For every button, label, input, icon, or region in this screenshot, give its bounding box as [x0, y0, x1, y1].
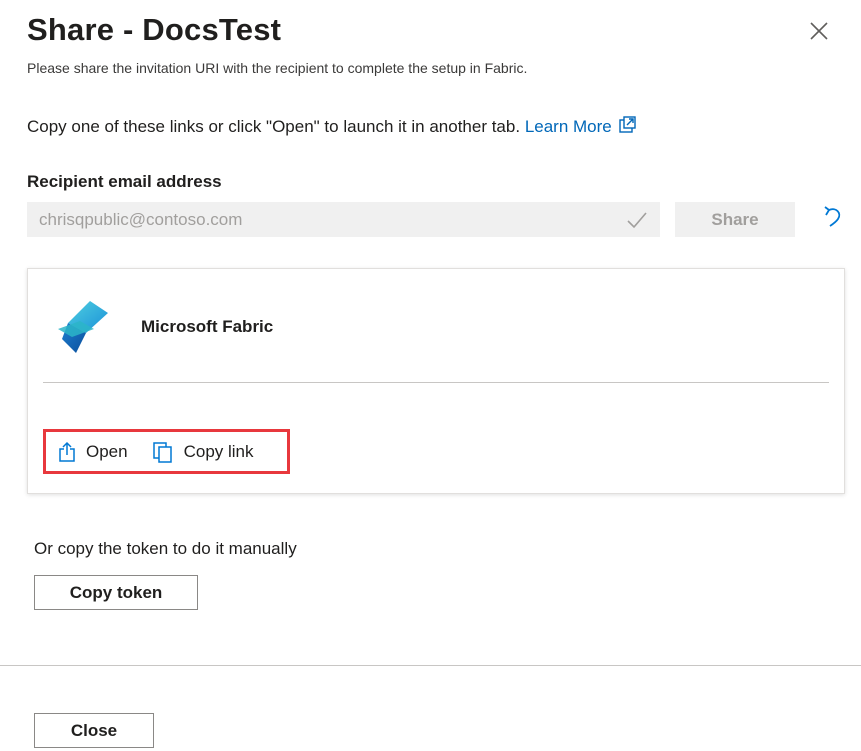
close-icon[interactable] [806, 18, 832, 44]
open-button[interactable]: Open [58, 441, 128, 463]
fabric-share-card: Microsoft Fabric Open Copy link [27, 268, 845, 494]
dialog-title: Share - DocsTest [27, 12, 282, 47]
product-name: Microsoft Fabric [141, 317, 274, 336]
microsoft-fabric-logo-icon [56, 299, 112, 360]
copy-icon [152, 441, 172, 463]
share-button[interactable]: Share [675, 202, 795, 237]
footer-divider [0, 665, 861, 666]
manual-token-text: Or copy the token to do it manually [34, 539, 297, 558]
copy-token-button[interactable]: Copy token [34, 575, 198, 610]
actions-highlight-box: Open Copy link [43, 429, 290, 474]
dialog-subtitle: Please share the invitation URI with the… [27, 60, 528, 76]
learn-more-label: Learn More [524, 117, 612, 136]
card-divider [43, 382, 829, 383]
share-open-icon [59, 441, 75, 462]
instruction-body: Copy one of these links or click "Open" … [27, 117, 521, 136]
recipient-email-input[interactable] [39, 209, 599, 230]
checkmark-icon [626, 210, 648, 235]
open-label: Open [86, 441, 128, 461]
share-dialog: Share - DocsTest Please share the invita… [0, 0, 861, 751]
instruction-text: Copy one of these links or click "Open" … [27, 116, 636, 139]
undo-icon[interactable] [820, 204, 846, 230]
recipient-email-field[interactable] [27, 202, 660, 237]
copy-link-label: Copy link [183, 441, 254, 461]
close-button[interactable]: Close [34, 713, 154, 748]
copy-link-button[interactable]: Copy link [152, 441, 254, 463]
recipient-email-label: Recipient email address [27, 172, 222, 191]
external-link-icon [618, 116, 636, 139]
learn-more-link[interactable]: Learn More [524, 116, 636, 139]
